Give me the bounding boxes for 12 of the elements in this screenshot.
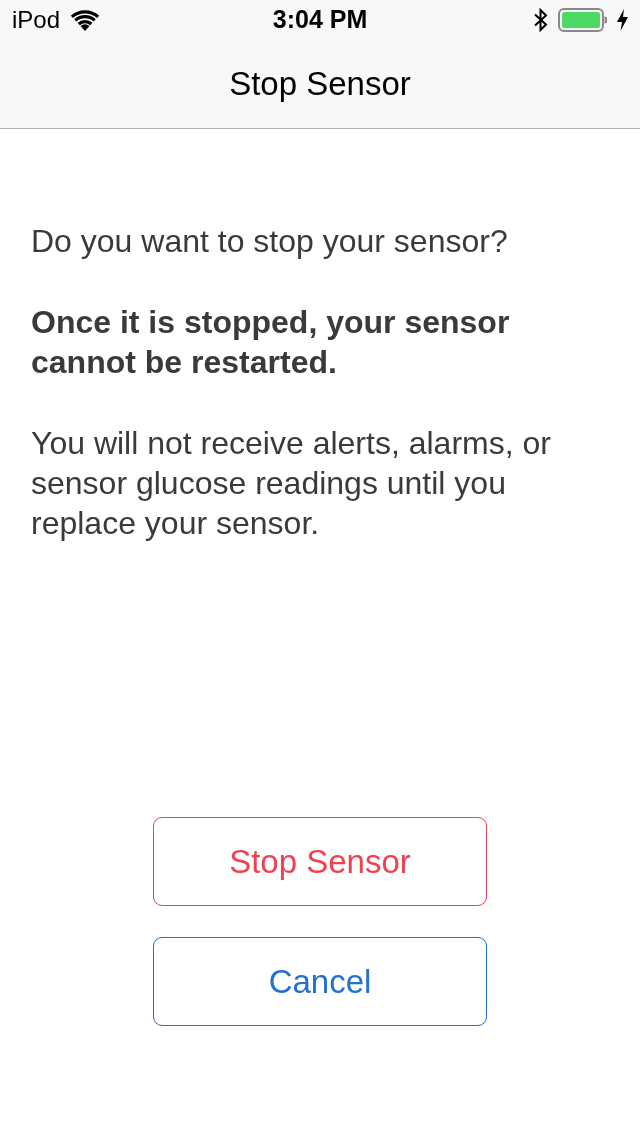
nav-title: Stop Sensor <box>229 64 411 105</box>
message-paragraph: You will not receive alerts, alarms, or sensor glucose readings until you replace your sensor. <box>31 424 552 543</box>
charging-bolt-icon <box>617 9 628 31</box>
wifi-icon <box>70 9 101 31</box>
bluetooth-icon <box>534 8 548 32</box>
message-paragraph: Do you want to stop your sensor? <box>31 222 509 261</box>
message-paragraph: Once it is stopped, your sensor cannot be restarted. <box>31 303 511 382</box>
cancel-button[interactable]: Cancel <box>153 937 487 1026</box>
stop-sensor-button[interactable]: Stop Sensor <box>153 817 487 906</box>
battery-icon <box>558 8 607 32</box>
status-time: 3:04 PM <box>272 4 368 36</box>
carrier-name: iPod <box>12 5 61 35</box>
